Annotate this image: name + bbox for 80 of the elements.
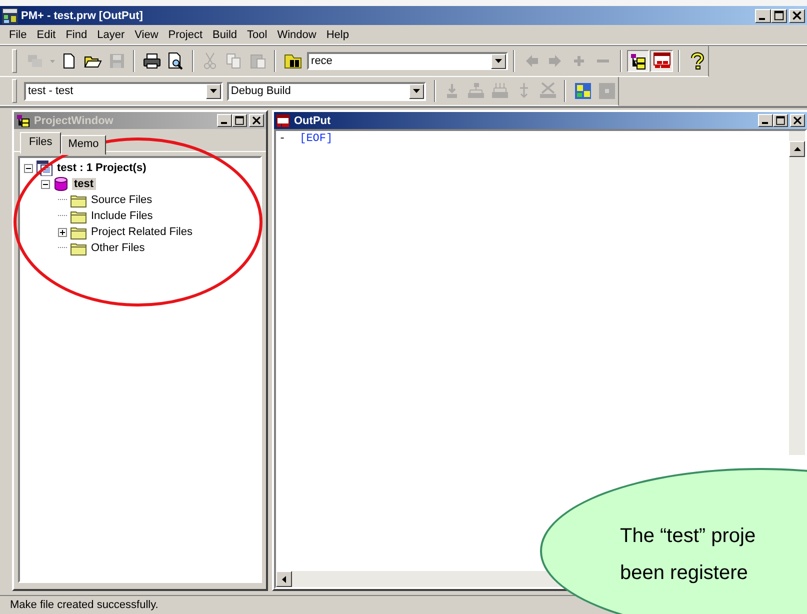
chip-icon (574, 82, 592, 100)
menu-item[interactable]: File (4, 28, 32, 40)
window-bricks-icon (652, 52, 671, 70)
combo-box[interactable]: test - test (24, 82, 223, 100)
menu-item[interactable]: Build (208, 28, 242, 40)
combo-box[interactable]: rece (307, 52, 508, 70)
blank-tile-icon (598, 82, 616, 100)
build-icon (26, 52, 44, 70)
toolbar-grip[interactable] (12, 49, 17, 73)
combo-box[interactable]: Debug Build (226, 82, 426, 100)
vertical-scrollbar[interactable] (789, 131, 805, 455)
minimize-icon (762, 122, 768, 124)
minimize-button[interactable] (755, 8, 771, 22)
maximize-button[interactable] (771, 8, 787, 22)
minimize-icon (221, 122, 227, 124)
cross-hierarchy-icon (538, 82, 557, 100)
menu-item[interactable]: Find (60, 28, 92, 40)
tree-item[interactable]: Other Files (89, 242, 147, 254)
panel-title: OutPut (294, 114, 331, 126)
expand-icon[interactable] (58, 228, 67, 236)
window-bricks-icon (276, 114, 290, 127)
tree-structure-icon (628, 52, 647, 70)
close-icon (790, 9, 804, 22)
tree-item[interactable]: Project Related Files (89, 226, 194, 238)
save-icon (108, 52, 126, 70)
tree-item[interactable]: test : 1 Project(s) (55, 162, 148, 174)
menu-item[interactable]: Tool (242, 28, 272, 40)
window-bricks-button[interactable] (650, 50, 674, 72)
menu-item[interactable]: Project (163, 28, 208, 40)
menu-item[interactable]: Help (321, 28, 354, 40)
copy-icon (225, 52, 243, 70)
tree-item[interactable]: test (72, 178, 96, 190)
minus-icon (597, 59, 610, 63)
maximize-button[interactable] (773, 114, 788, 127)
close-icon (250, 114, 263, 127)
toolbar-grip[interactable] (12, 79, 17, 103)
panel-title: ProjectWindow (34, 114, 114, 126)
binoculars-icon (284, 52, 302, 70)
minimize-icon (759, 18, 765, 20)
line-marker: - (279, 133, 286, 145)
hierarchy-icon (467, 82, 486, 100)
scroll-left-button[interactable] (276, 571, 292, 587)
output-line: [EOF] (300, 133, 333, 145)
caret-icon (210, 89, 217, 93)
tree-item[interactable]: Include Files (89, 210, 155, 222)
maximize-icon (233, 114, 246, 127)
app-icon (2, 8, 18, 24)
maximize-icon (774, 114, 787, 127)
tree-structure-button[interactable] (626, 50, 650, 72)
menu-item[interactable]: Window (272, 28, 322, 40)
print-preview-icon (166, 52, 184, 70)
collapse-icon[interactable] (41, 180, 50, 188)
tree-item[interactable]: Source Files (89, 194, 154, 206)
caret-icon (50, 60, 55, 62)
close-icon (791, 114, 804, 127)
scroll-up-button[interactable] (789, 141, 805, 157)
multi-hierarchy-icon (491, 82, 510, 100)
up-arrow-icon (794, 147, 800, 151)
close-button[interactable] (790, 114, 805, 127)
cylinder-icon (53, 176, 70, 192)
maximize-icon (772, 9, 786, 22)
minimize-button[interactable] (758, 114, 773, 127)
workspace-icon (36, 160, 53, 176)
menu-item[interactable]: Edit (32, 28, 61, 40)
tab[interactable]: Files (20, 132, 62, 154)
menu-item[interactable]: View (130, 28, 164, 40)
caret-icon (495, 59, 502, 63)
tab[interactable]: Memo (61, 135, 106, 155)
printer-icon (142, 52, 161, 70)
callout-text: The “test” proje (620, 524, 757, 549)
callout-text: been registere (620, 561, 749, 586)
left-arrow-icon (282, 576, 286, 582)
status-text: Make file created successfully. (10, 599, 158, 611)
close-button[interactable] (789, 8, 805, 22)
collapse-icon[interactable] (24, 164, 33, 172)
clipboard-icon (248, 52, 267, 70)
caret-icon (412, 89, 420, 93)
window-title: PM+ - test.prw [OutPut] (21, 10, 143, 22)
tree-structure-icon (16, 114, 30, 127)
menu-item[interactable]: Layer (92, 28, 130, 40)
